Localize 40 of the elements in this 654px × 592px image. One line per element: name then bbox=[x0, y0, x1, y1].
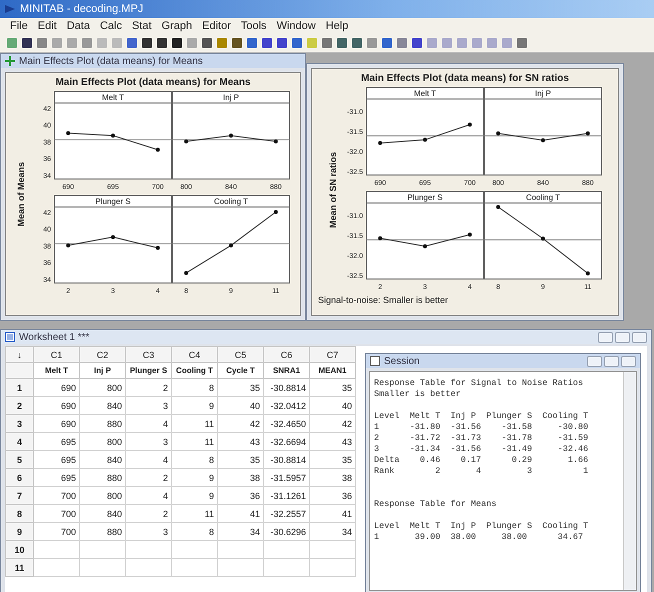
y-axis-label: Mean of Means bbox=[16, 162, 26, 226]
row-number: 11 bbox=[6, 558, 34, 576]
column-id: C1 bbox=[34, 346, 80, 362]
panel-title: Plunger S bbox=[95, 197, 131, 206]
panel-title: Inj P bbox=[535, 89, 551, 98]
panel-title: Melt T bbox=[102, 93, 124, 102]
panel-title: Cooling T bbox=[526, 193, 560, 202]
session-text: Response Table for Signal to Noise Ratios Smaller is better bbox=[374, 378, 584, 400]
graph-title: Main Effects Plot (data means) for Means bbox=[55, 77, 251, 88]
row-number: 9 bbox=[6, 522, 34, 540]
panel-title: Plunger S bbox=[407, 193, 443, 202]
column-id: C7 bbox=[310, 346, 356, 362]
row-number: 4 bbox=[6, 432, 34, 450]
row-number: 2 bbox=[6, 396, 34, 414]
panel-title: Inj P bbox=[223, 93, 239, 102]
corner-cell: ↓ bbox=[6, 346, 34, 362]
panel-title: Cooling T bbox=[214, 197, 248, 206]
column-id: C6 bbox=[264, 346, 310, 362]
row-number: 7 bbox=[6, 486, 34, 504]
row-number: 10 bbox=[6, 540, 34, 558]
session-text: Response Table for Means bbox=[374, 499, 498, 510]
column-id: C5 bbox=[218, 346, 264, 362]
session-text: Level Melt T Inj P Plunger S Cooling T 1 -31.80 -31.56 -31.58 -30.80 2 -31.72 -31.73 -31.78 -31.59 3 -31.34 -31.56 -31.49 -32.46 Delta 0.46 0.17 0.29 1.66 Rank 2 4 3 1 bbox=[374, 411, 590, 477]
column-id: C3 bbox=[126, 346, 172, 362]
graph-title: Main Effects Plot (data means) for SN ratios bbox=[361, 73, 569, 84]
graph-footnote: Signal-to-noise: Smaller is better bbox=[318, 295, 448, 305]
session-title: Session bbox=[384, 356, 420, 366]
row-number: 8 bbox=[6, 504, 34, 522]
row-number: 3 bbox=[6, 414, 34, 432]
window-title: MINITAB - decoding.MPJ bbox=[20, 3, 144, 15]
column-id: C4 bbox=[172, 346, 218, 362]
row-number: 1 bbox=[6, 378, 34, 396]
worksheet-title: Worksheet 1 *** bbox=[19, 332, 90, 342]
graph-window-title: Main Effects Plot (data means) for Means bbox=[19, 56, 203, 66]
column-id: C2 bbox=[80, 346, 126, 362]
panel-title: Melt T bbox=[414, 89, 436, 98]
y-axis-label: Mean of SN ratios bbox=[328, 152, 338, 228]
session-text: Level Melt T Inj P Plunger S Cooling T 1 39.00 38.00 38.00 34.67 bbox=[374, 521, 590, 543]
row-number: 5 bbox=[6, 450, 34, 468]
row-number: 6 bbox=[6, 468, 34, 486]
